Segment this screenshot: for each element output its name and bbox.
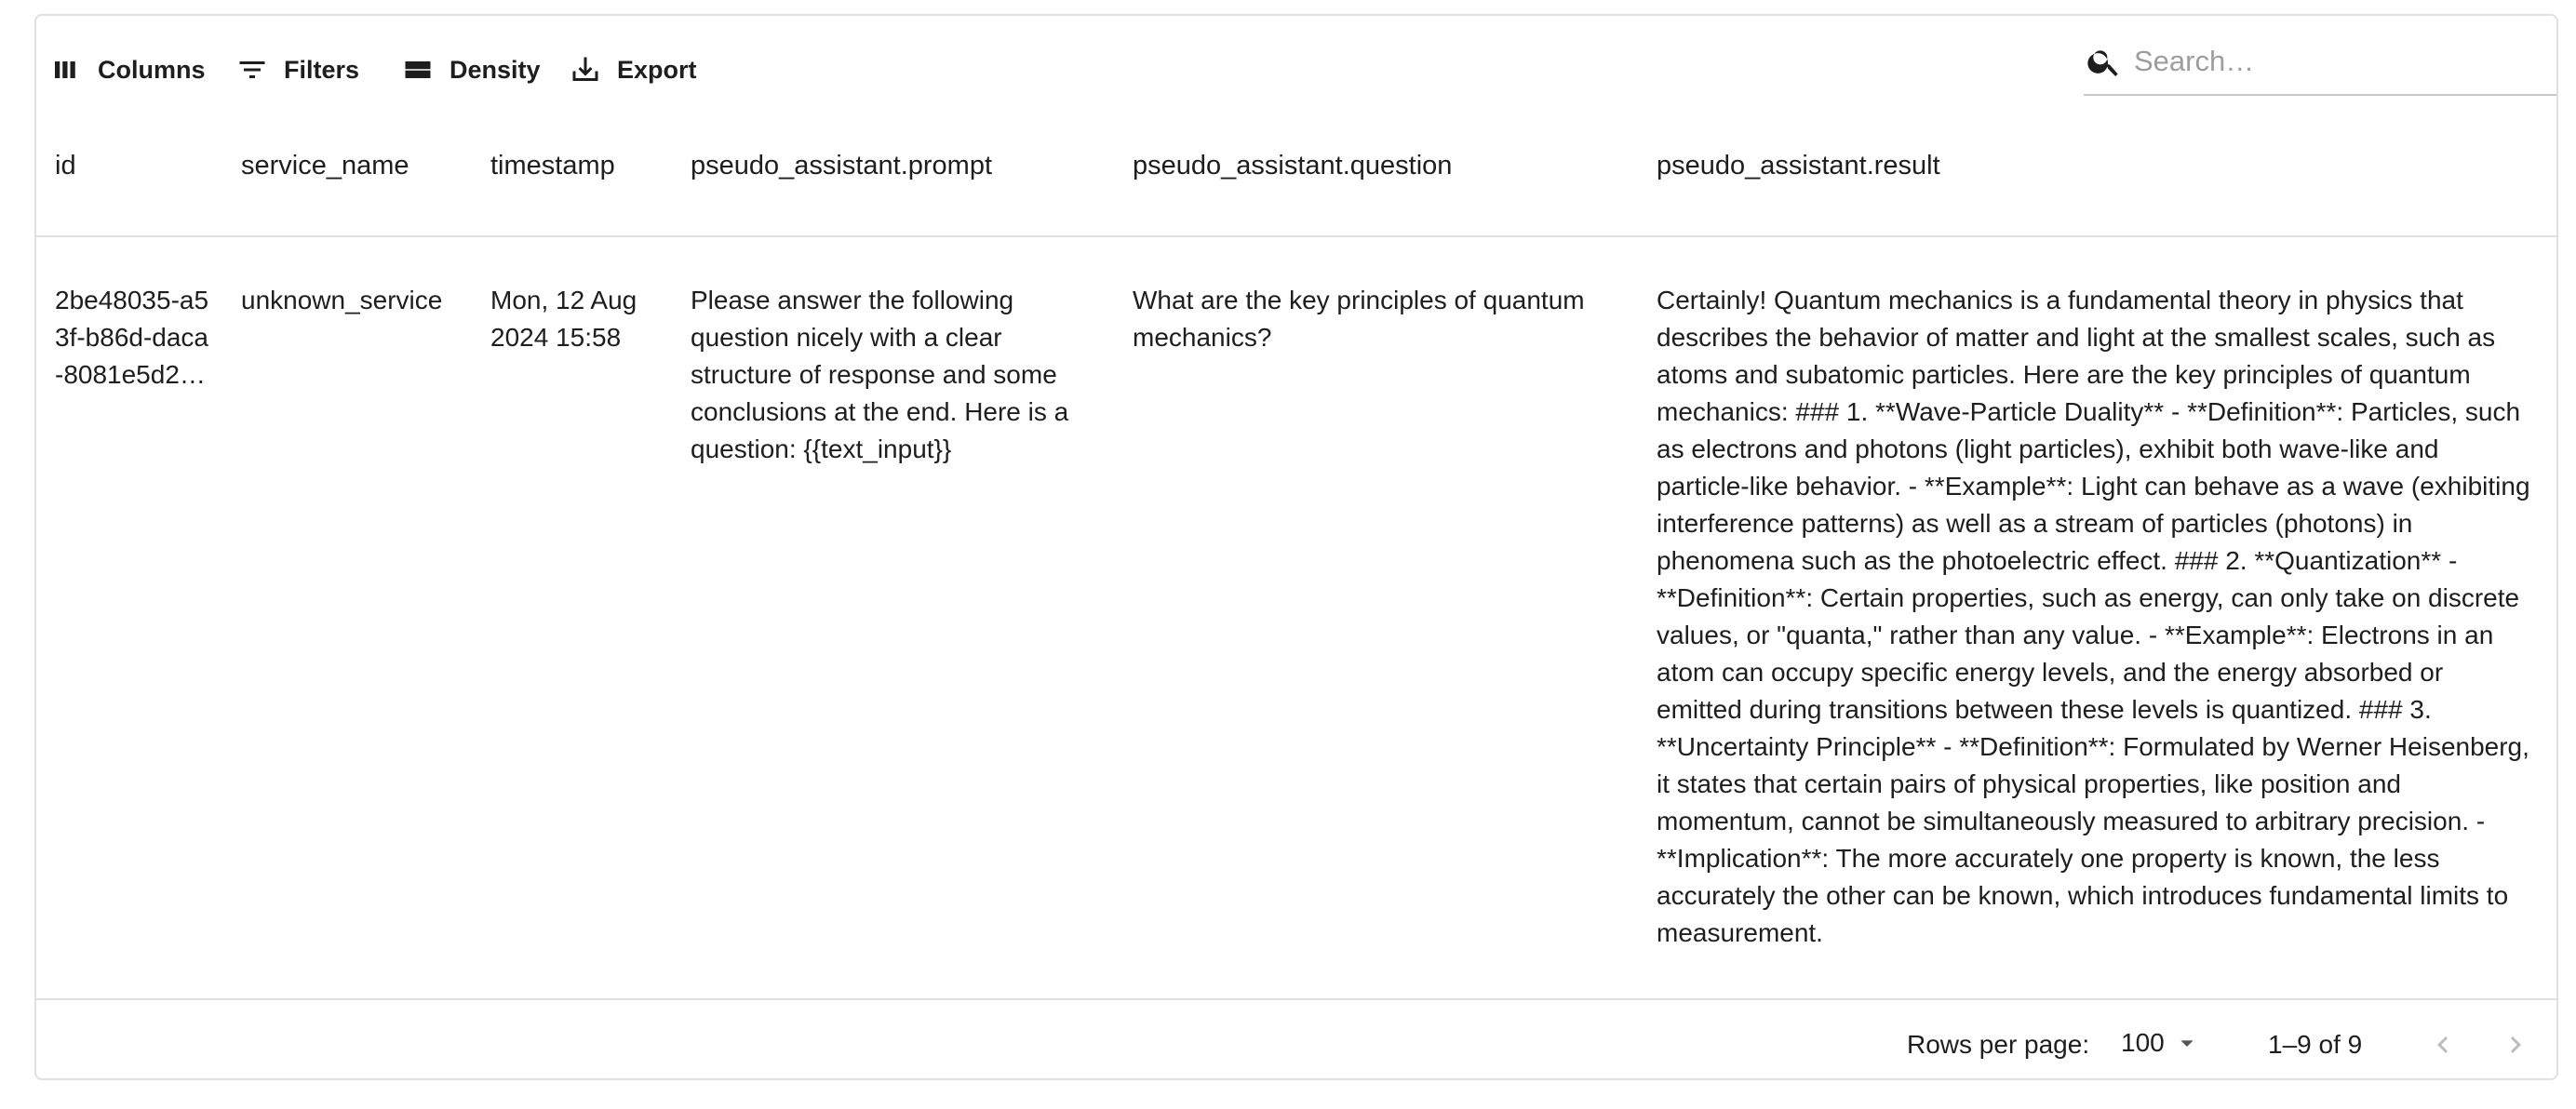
column-header-result[interactable]: pseudo_assistant.result <box>1657 151 1940 181</box>
density-button-label: Density <box>449 55 541 84</box>
column-header-id[interactable]: id <box>55 151 76 181</box>
filters-button-label: Filters <box>284 55 360 84</box>
download-icon <box>572 57 598 81</box>
filters-button[interactable]: Filters <box>235 42 359 98</box>
columns-button-label: Columns <box>98 55 206 84</box>
search-input[interactable] <box>2134 45 2525 78</box>
cell-service-name: unknown_service <box>241 286 443 314</box>
view-column-icon <box>55 61 75 78</box>
grid-toolbar: Columns Filters Density Export <box>36 16 2556 101</box>
cell-result: Certainly! Quantum mechanics is a fundam… <box>1657 286 2530 947</box>
data-grid: Columns Filters Density Export id servic… <box>34 14 2558 1080</box>
search-icon <box>2087 50 2118 76</box>
chevron-left-icon <box>2437 1036 2449 1053</box>
export-button[interactable]: Export <box>569 42 697 98</box>
density-button[interactable]: Density <box>401 42 541 98</box>
cell-id: 2be48035-a53f-b86d-daca-8081e5d2… <box>55 286 209 389</box>
filter-list-icon <box>239 61 265 78</box>
column-header-prompt[interactable]: pseudo_assistant.prompt <box>691 151 992 181</box>
column-headers: id service_name timestamp pseudo_assista… <box>36 101 2556 237</box>
column-header-timestamp[interactable]: timestamp <box>490 151 615 181</box>
grid-footer: Rows per page: 100 1–9 of 9 <box>36 998 2556 1078</box>
search-box <box>2084 29 2556 96</box>
grid-body: 2be48035-a53f-b86d-daca-8081e5d2… unknow… <box>36 237 2556 998</box>
columns-button[interactable]: Columns <box>49 42 206 98</box>
arrow-drop-down-icon <box>2180 1040 2194 1047</box>
cell-prompt: Please answer the following question nic… <box>691 286 1069 463</box>
column-header-question[interactable]: pseudo_assistant.question <box>1133 151 1452 181</box>
export-button-label: Export <box>617 55 697 84</box>
chevron-right-icon <box>2510 1036 2521 1053</box>
pagination-range: 1–9 of 9 <box>2268 1030 2363 1059</box>
column-header-service-name[interactable]: service_name <box>241 151 409 181</box>
rows-per-page-select[interactable]: 100 <box>2121 1028 2202 1058</box>
previous-page-button[interactable] <box>2422 1024 2463 1065</box>
rows-per-page-value: 100 <box>2121 1028 2165 1057</box>
next-page-button[interactable] <box>2495 1024 2536 1065</box>
rows-per-page-label: Rows per page: <box>1907 1030 2090 1059</box>
density-icon <box>405 61 431 78</box>
cell-timestamp: Mon, 12 Aug 2024 15:58 <box>490 286 637 352</box>
cell-question: What are the key principles of quantum m… <box>1133 286 1585 352</box>
